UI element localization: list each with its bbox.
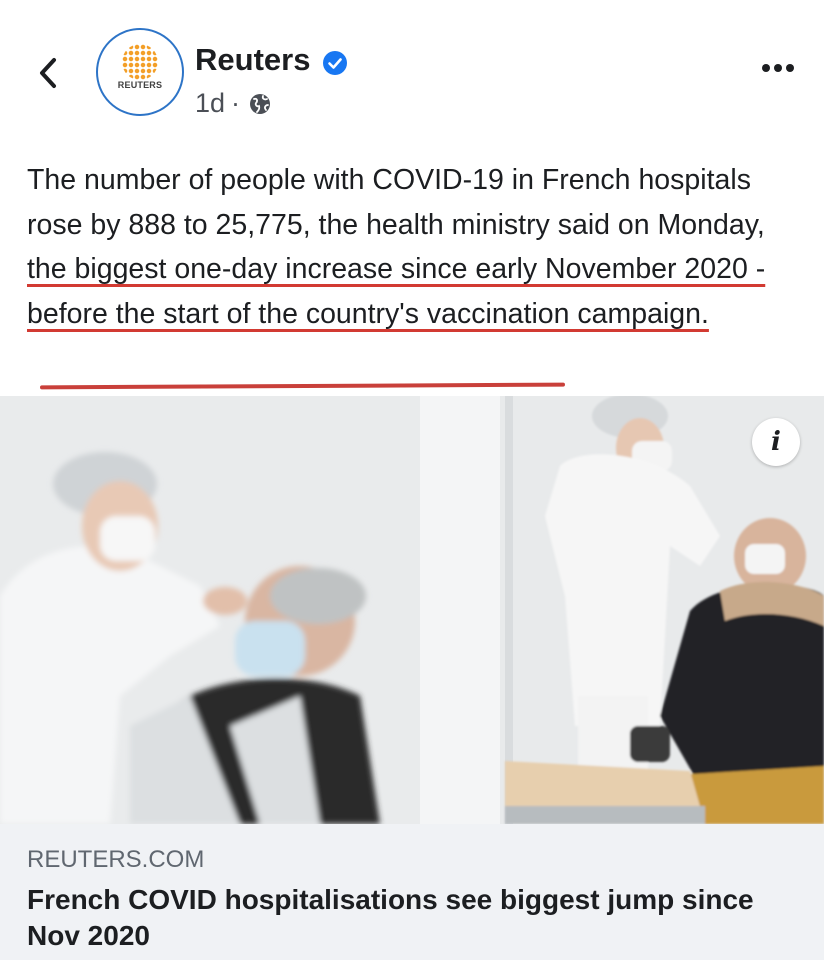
back-button[interactable] <box>30 46 66 98</box>
post-photo[interactable] <box>0 396 824 824</box>
meta-separator: · <box>231 88 241 118</box>
more-options-button[interactable] <box>756 56 800 80</box>
page-avatar[interactable]: REUTERS <box>96 28 184 116</box>
avatar-logo-text: REUTERS <box>117 80 163 90</box>
post-message: The number of people with COVID-19 in Fr… <box>27 158 807 336</box>
verified-badge-icon <box>323 51 347 75</box>
post-message-highlight: the biggest one-day increase since early… <box>27 253 766 330</box>
globe-icon <box>250 93 271 114</box>
info-icon: i <box>771 427 781 457</box>
reuters-logo-icon <box>122 44 158 80</box>
link-domain: REUTERS.COM <box>27 846 205 873</box>
post-timestamp[interactable]: 1d <box>195 88 225 119</box>
red-underline-mark <box>39 382 566 390</box>
info-button[interactable]: i <box>752 418 800 466</box>
post-message-text: The number of people with COVID-19 in Fr… <box>27 164 765 241</box>
page-name[interactable]: Reuters <box>195 42 310 78</box>
post-meta: 1d · <box>195 88 272 119</box>
link-headline[interactable]: French COVID hospitalisations see bigges… <box>27 882 807 954</box>
covid-test-photo-illustration <box>0 396 824 824</box>
post-header: REUTERS Reuters 1d · <box>0 0 824 140</box>
more-options-icon <box>762 64 794 72</box>
link-preview-card[interactable]: REUTERS.COM French COVID hospitalisation… <box>0 824 824 960</box>
chevron-left-icon <box>40 58 56 88</box>
